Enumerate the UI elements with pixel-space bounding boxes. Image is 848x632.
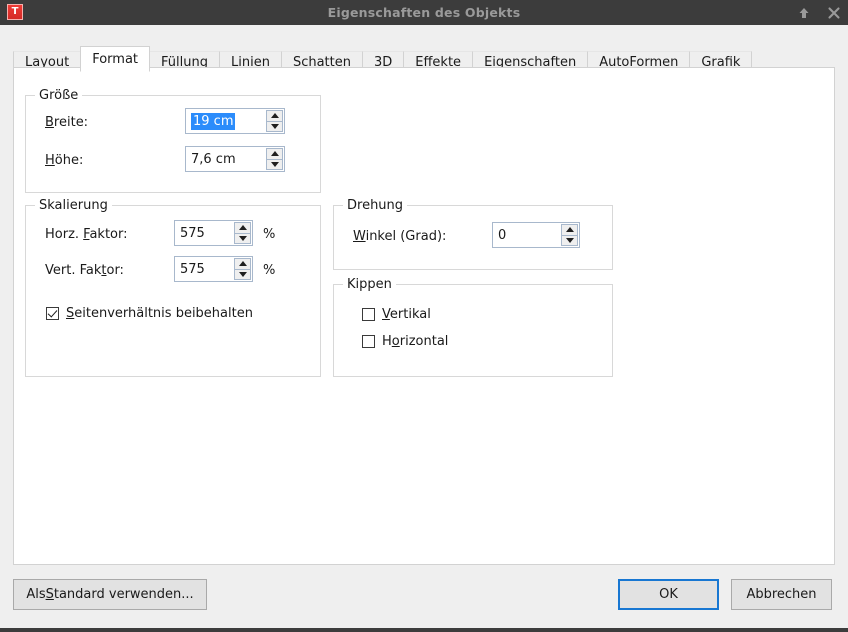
checkbox-vertikal[interactable]: Vertikal xyxy=(362,307,431,322)
hoehe-spin-buttons xyxy=(266,148,283,170)
group-kippen-label: Kippen xyxy=(343,277,396,292)
checkbox-seitenverhaeltnis[interactable]: Seitenverhältnis beibehalten xyxy=(46,306,253,321)
breite-spin-down[interactable] xyxy=(266,121,283,132)
hoehe-input[interactable]: 7,6 cm xyxy=(191,152,236,167)
winkel-spinbox[interactable]: 0 xyxy=(492,222,580,248)
breite-spinbox[interactable]: 19 cm xyxy=(185,108,285,134)
group-drehung: Drehung Winkel (Grad): 0 xyxy=(333,198,613,270)
horz-faktor-spin-buttons xyxy=(234,222,251,244)
vert-faktor-spin-down[interactable] xyxy=(234,269,251,280)
horz-faktor-spinbox[interactable]: 575 xyxy=(174,220,253,246)
winkel-value-wrap[interactable]: 0 xyxy=(493,223,561,247)
shade-up-icon[interactable] xyxy=(796,5,812,21)
breite-spin-buttons xyxy=(266,110,283,132)
horz-faktor-value-wrap[interactable]: 575 xyxy=(175,221,234,245)
checkbox-seitenverhaeltnis-label: Seitenverhältnis beibehalten xyxy=(66,306,253,321)
horz-faktor-spin-up[interactable] xyxy=(234,222,251,234)
group-skalierung-label: Skalierung xyxy=(35,198,112,213)
winkel-spin-down[interactable] xyxy=(561,235,578,246)
window-controls xyxy=(796,0,842,25)
ok-button[interactable]: OK xyxy=(618,579,719,610)
app-icon: T xyxy=(7,4,23,20)
cancel-button[interactable]: Abbrechen xyxy=(731,579,832,610)
breite-value-wrap[interactable]: 19 cm xyxy=(186,109,266,133)
use-as-default-button[interactable]: Als Standard verwenden... xyxy=(13,579,207,610)
group-skalierung: Skalierung Horz. Faktor: 575 % Vert. Fak… xyxy=(25,198,321,377)
checkbox-horizontal[interactable]: Horizontal xyxy=(362,334,448,349)
winkel-input[interactable]: 0 xyxy=(498,228,506,243)
close-icon[interactable] xyxy=(826,5,842,21)
hoehe-value-wrap[interactable]: 7,6 cm xyxy=(186,147,266,171)
vert-faktor-spin-up[interactable] xyxy=(234,258,251,270)
tab-format[interactable]: Format xyxy=(80,46,151,72)
group-drehung-label: Drehung xyxy=(343,198,408,213)
breite-input[interactable]: 19 cm xyxy=(191,112,235,130)
label-horz-faktor: Horz. Faktor: xyxy=(45,227,128,242)
checkbox-horizontal-label: Horizontal xyxy=(382,334,449,349)
vert-faktor-spinbox[interactable]: 575 xyxy=(174,256,253,282)
group-kippen: Kippen Vertikal Horizontal xyxy=(333,277,613,377)
window-titlebar: T Eigenschaften des Objekts xyxy=(0,0,848,25)
horz-faktor-spin-down[interactable] xyxy=(234,233,251,244)
vert-faktor-value-wrap[interactable]: 575 xyxy=(175,257,234,281)
label-vert-faktor: Vert. Faktor: xyxy=(45,263,124,278)
checkbox-vertikal-box[interactable] xyxy=(362,308,375,321)
vert-faktor-input[interactable]: 575 xyxy=(180,262,205,277)
vert-faktor-spin-buttons xyxy=(234,258,251,280)
winkel-spin-up[interactable] xyxy=(561,224,578,236)
checkbox-vertikal-label: Vertikal xyxy=(382,307,431,322)
hoehe-spin-down[interactable] xyxy=(266,159,283,170)
group-groesse: Größe Breite: 19 cm Höhe: 7,6 cm xyxy=(25,88,321,193)
winkel-spin-buttons xyxy=(561,224,578,246)
group-groesse-label: Größe xyxy=(35,88,83,103)
hoehe-spinbox[interactable]: 7,6 cm xyxy=(185,146,285,172)
vert-faktor-unit: % xyxy=(263,263,276,278)
label-winkel: Winkel (Grad): xyxy=(353,229,447,244)
tab-strip: Layout Format Füllung Linien Schatten 3D… xyxy=(0,25,848,72)
label-breite: Breite: xyxy=(45,115,89,130)
window-title: Eigenschaften des Objekts xyxy=(327,5,521,20)
label-hoehe: Höhe: xyxy=(45,153,84,168)
hoehe-spin-up[interactable] xyxy=(266,148,283,160)
dialog-button-bar: Als Standard verwenden... OK Abbrechen xyxy=(0,570,848,624)
breite-spin-up[interactable] xyxy=(266,110,283,122)
checkbox-horizontal-box[interactable] xyxy=(362,335,375,348)
horz-faktor-unit: % xyxy=(263,227,276,242)
tab-content-panel: Größe Breite: 19 cm Höhe: 7,6 cm Skalier… xyxy=(13,67,835,565)
horz-faktor-input[interactable]: 575 xyxy=(180,226,205,241)
checkbox-seitenverhaeltnis-box[interactable] xyxy=(46,307,59,320)
bottom-edge-bar xyxy=(0,628,848,632)
